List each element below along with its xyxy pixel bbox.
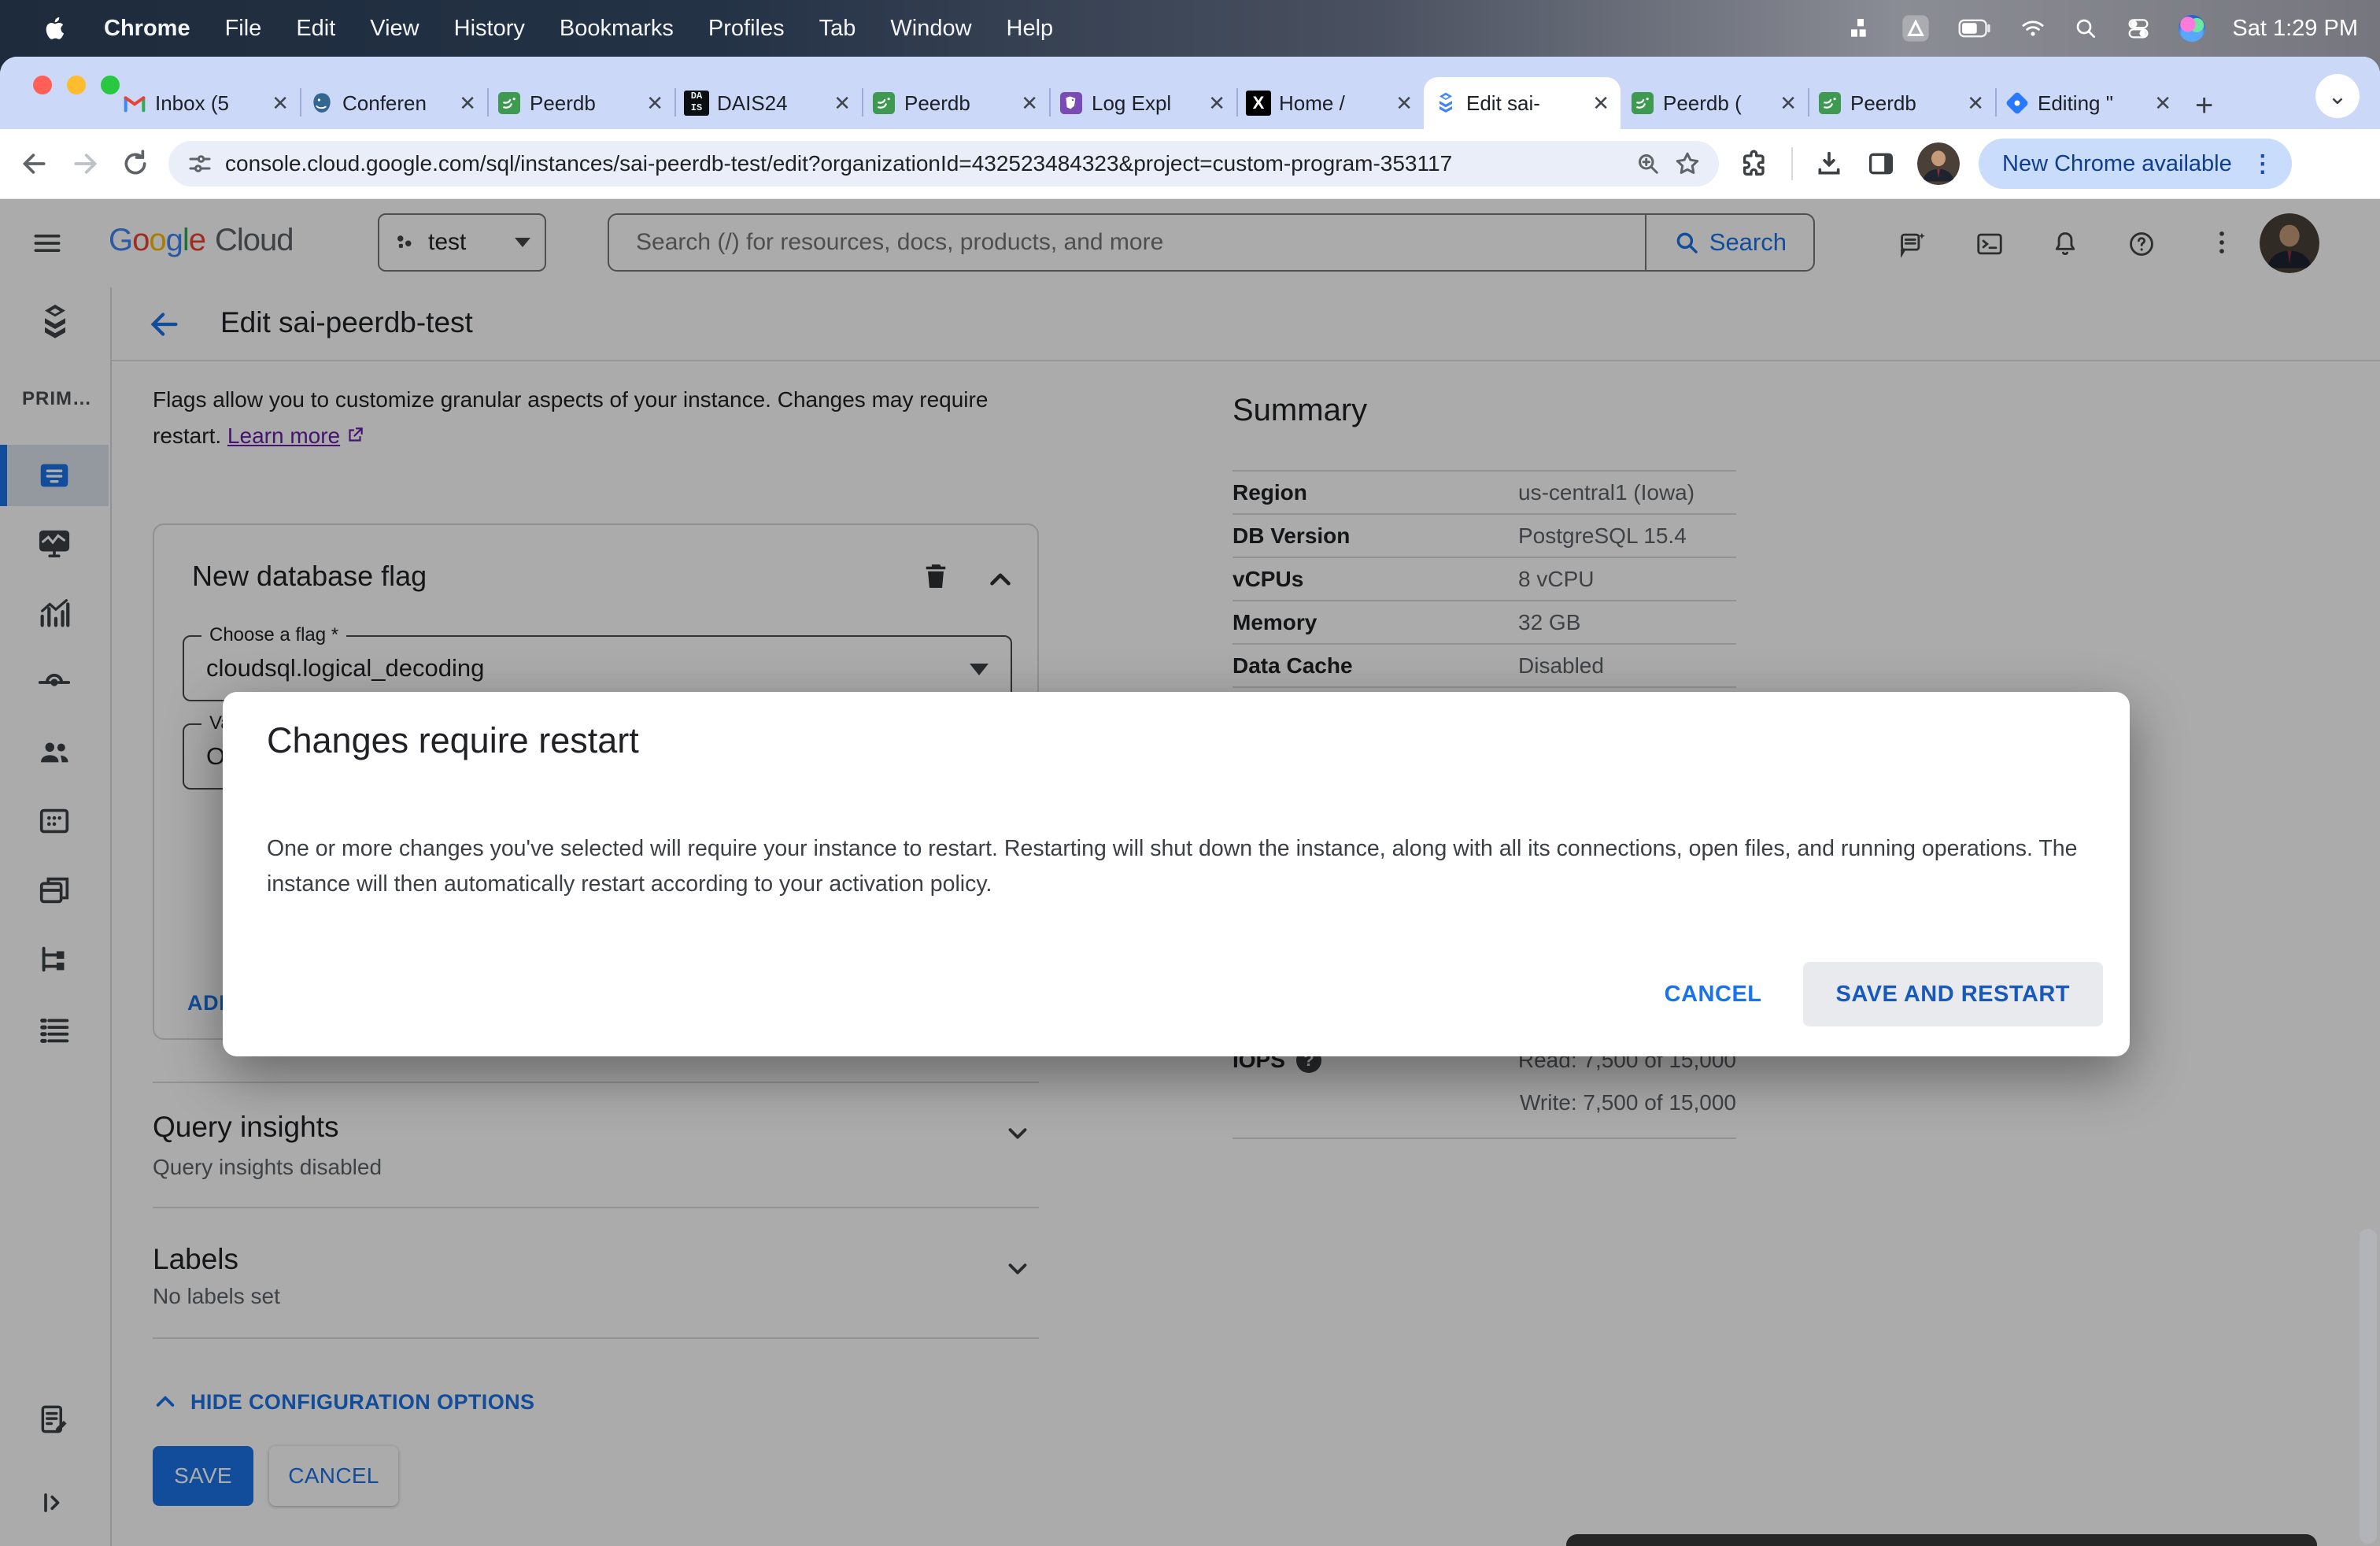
tab-inbox[interactable]: Inbox (5 ✕ [113,77,300,129]
extensions-icon[interactable] [1739,148,1771,179]
tab-title: Peerdb ( [1663,91,1742,115]
bottom-toast-bar [1566,1534,2317,1546]
dais-glyph-top: DA [690,91,703,102]
close-icon[interactable]: ✕ [1394,91,1414,116]
forward-icon[interactable] [69,148,101,179]
scrollbar-thumb[interactable] [2360,1229,2377,1544]
postgres-icon [309,91,334,116]
download-icon[interactable] [1813,148,1845,179]
tab-title: Peerdb [530,91,596,115]
menubar-history[interactable]: History [454,16,525,42]
peerdb-icon [871,91,896,116]
close-icon[interactable]: ✕ [1591,91,1611,116]
menubar-bookmarks[interactable]: Bookmarks [560,16,674,42]
tab-log-explorer[interactable]: Log Expl ✕ [1049,77,1236,129]
side-panel-icon[interactable] [1865,148,1897,179]
menubar-edit[interactable]: Edit [296,16,335,42]
close-icon[interactable]: ✕ [832,91,852,116]
x-icon: X [1246,91,1271,116]
tab-title: Peerdb [1850,91,1916,115]
wifi-icon[interactable] [2020,15,2046,42]
dialog-body: One or more changes you've selected will… [267,835,2078,897]
close-icon[interactable]: ✕ [2153,91,2173,116]
x-glyph: X [1252,93,1265,113]
dialog-cancel-button[interactable]: CANCEL [1644,982,1783,1008]
back-icon[interactable] [19,148,50,179]
gmail-icon [122,91,147,116]
url-text[interactable]: console.cloud.google.com/sql/instances/s… [225,151,1623,176]
tab-title: DAIS24 [717,91,788,115]
cloudsql-icon [1433,91,1458,116]
menubar-help[interactable]: Help [1007,16,1054,42]
control-center-icon[interactable] [2125,15,2152,42]
tab-strip: Inbox (5 ✕ Conferen ✕ Peerdb ✕ DA IS DAIS… [0,57,2380,129]
apple-logo-icon[interactable] [42,15,69,42]
peerdb-icon [497,91,522,116]
close-icon[interactable]: ✕ [1965,91,1986,116]
tab-peerdb-2[interactable]: Peerdb ✕ [862,77,1049,129]
menubar-profiles[interactable]: Profiles [708,16,785,42]
tab-title: Home / [1279,91,1345,115]
tab-title: Peerdb [904,91,970,115]
browser-profile-avatar[interactable] [1917,142,1960,185]
bookmark-star-icon[interactable] [1673,150,1702,178]
spotlight-search-icon[interactable] [2073,16,2098,41]
battery-icon[interactable] [1958,16,1993,41]
dialog-save-restart-button[interactable]: SAVE AND RESTART [1802,962,2103,1026]
close-icon[interactable]: ✕ [1778,91,1798,116]
restart-dialog: Changes require restart One or more chan… [223,692,2130,1056]
menubar-clock[interactable]: Sat 1:29 PM [2232,16,2358,42]
tab-peerdb-4[interactable]: Peerdb ✕ [1808,77,1995,129]
browser-toolbar: console.cloud.google.com/sql/instances/s… [0,129,2380,199]
tab-search-button[interactable]: ⌄ [2315,74,2360,118]
gcp-app: Google Cloud test Search (/) for resourc… [0,199,2380,1546]
dais-icon: DA IS [684,91,709,116]
app-grid-icon[interactable] [1848,16,1873,41]
tab-peerdb-1[interactable]: Peerdb ✕ [487,77,674,129]
tab-title: Conferen [342,91,427,115]
tab-editing[interactable]: Editing " ✕ [1995,77,2182,129]
site-settings-icon[interactable] [186,150,214,178]
tab-dais24[interactable]: DA IS DAIS24 ✕ [674,77,862,129]
chrome-update-pill[interactable]: New Chrome available ⋮ [1979,139,2292,189]
browser-window: Inbox (5 ✕ Conferen ✕ Peerdb ✕ DA IS DAIS… [0,57,2380,1546]
close-window-button[interactable] [33,76,52,94]
toolbar-divider [1791,147,1793,180]
browser-menu-icon[interactable]: ⋮ [2243,150,2282,178]
tab-title: Editing " [2038,91,2113,115]
tab-edit-instance-active[interactable]: Edit sai- ✕ [1424,77,1621,129]
close-icon[interactable]: ✕ [1207,91,1227,116]
macos-menubar: Chrome File Edit View History Bookmarks … [0,0,2380,57]
menubar-tab[interactable]: Tab [819,16,856,42]
tab-title: Log Expl [1092,91,1172,115]
tab-title: Inbox (5 [155,91,229,115]
menubar-app-name[interactable]: Chrome [104,16,190,42]
tab-peerdb-3[interactable]: Peerdb ( ✕ [1621,77,1808,129]
dialog-title: Changes require restart [267,720,639,760]
new-tab-button[interactable]: + [2195,90,2213,121]
menubar-view[interactable]: View [370,16,419,42]
datadog-icon [1059,91,1084,116]
reload-icon[interactable] [120,148,151,179]
close-icon[interactable]: ✕ [645,91,665,116]
close-icon[interactable]: ✕ [457,91,478,116]
zoom-icon[interactable] [1634,150,1662,178]
siri-icon[interactable] [2179,15,2206,42]
address-bar[interactable]: console.cloud.google.com/sql/instances/s… [168,141,1719,187]
menubar-window[interactable]: Window [890,16,971,42]
peerdb-icon [1630,91,1655,116]
minimize-window-button[interactable] [67,76,86,94]
dais-glyph-bottom: IS [690,102,703,113]
close-icon[interactable]: ✕ [270,91,290,116]
tab-conference[interactable]: Conferen ✕ [300,77,487,129]
update-pill-label: New Chrome available [2002,150,2232,176]
peerdb-icon [1817,91,1842,116]
menu-extra-icon[interactable] [1900,13,1931,44]
mymaps-icon [2005,91,2030,116]
chevron-down-icon: ⌄ [2327,83,2348,109]
menubar-file[interactable]: File [225,16,262,42]
tab-x-home[interactable]: X Home / ✕ [1236,77,1424,129]
tab-title: Edit sai- [1466,91,1540,115]
close-icon[interactable]: ✕ [1019,91,1040,116]
